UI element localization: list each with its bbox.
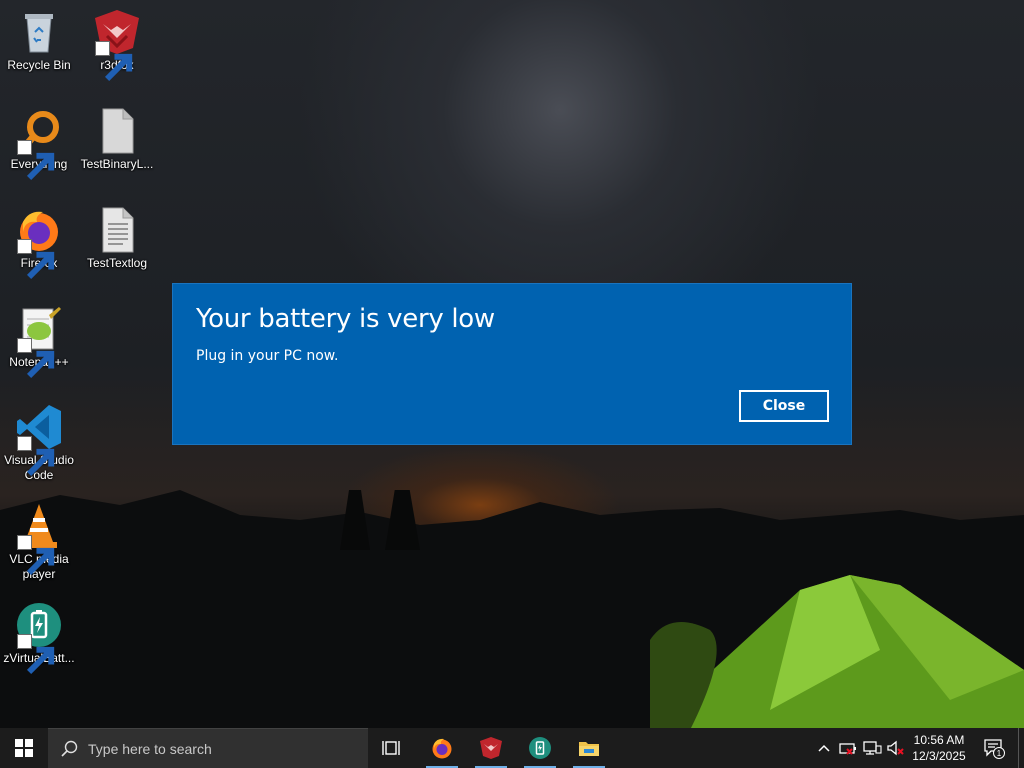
desktop-icon-testbinary[interactable]: TestBinaryL... xyxy=(78,107,156,172)
clock-time: 10:56 AM xyxy=(913,733,965,747)
taskbar-r3dfox[interactable] xyxy=(467,728,515,768)
file-explorer-icon xyxy=(579,742,599,756)
text-file-icon xyxy=(93,206,141,254)
tray-battery[interactable] xyxy=(838,738,858,758)
taskbar-virtual-battery[interactable] xyxy=(516,728,564,768)
close-button[interactable]: Close xyxy=(739,390,829,422)
recycle-bin-icon xyxy=(15,8,63,56)
desktop-icon-vscode[interactable]: Visual Studio Code xyxy=(0,403,78,483)
desktop-icon-testtextlog[interactable]: TestTextlog xyxy=(78,206,156,271)
firefox-icon xyxy=(432,738,452,759)
desktop-icon-recycle-bin[interactable]: Recycle Bin xyxy=(0,8,78,73)
tray-network[interactable] xyxy=(862,738,882,758)
virtual-battery-icon xyxy=(529,737,551,759)
shortcut-arrow-icon xyxy=(17,436,55,477)
battery-warning-icon xyxy=(839,743,856,755)
vlc-icon xyxy=(15,502,63,576)
shortcut-arrow-icon xyxy=(17,535,55,576)
desktop: Recycle Bin r3dfox Everything TestBinary… xyxy=(0,0,1024,728)
windows-logo-icon xyxy=(15,739,33,757)
desktop-icon-r3dfox[interactable]: r3dfox xyxy=(78,8,156,82)
search-placeholder: Type here to search xyxy=(88,741,212,757)
shortcut-arrow-icon xyxy=(17,239,55,280)
notification-count: 1 xyxy=(997,749,1002,758)
taskbar-file-explorer[interactable] xyxy=(565,728,613,768)
shortcut-arrow-icon xyxy=(17,140,55,181)
wallpaper-tent xyxy=(650,575,1024,728)
everything-search-icon xyxy=(15,107,63,181)
shortcut-arrow-icon xyxy=(95,41,133,82)
taskbar: Type here to search 10:56 AM 12/3/2025 1 xyxy=(0,728,1024,768)
chevron-up-icon xyxy=(818,744,830,752)
tray-volume[interactable] xyxy=(886,738,906,758)
action-center-button[interactable]: 1 xyxy=(976,728,1012,768)
battery-low-notification: Your battery is very low Plug in your PC… xyxy=(172,283,852,445)
desktop-icon-zvirtualbattery[interactable]: zVirtualBatt... xyxy=(0,601,78,675)
desktop-icon-everything[interactable]: Everything xyxy=(0,107,78,181)
shortcut-arrow-icon xyxy=(17,338,55,379)
desktop-icon-label: Recycle Bin xyxy=(7,58,71,72)
notification-title: Your battery is very low xyxy=(196,304,495,334)
desktop-icon-notepadpp[interactable]: Notepad++ xyxy=(0,305,78,379)
taskbar-task-view[interactable] xyxy=(368,728,416,768)
taskbar-firefox[interactable] xyxy=(418,728,466,768)
search-icon xyxy=(61,740,78,757)
r3dfox-icon xyxy=(480,737,502,759)
firefox-icon xyxy=(15,206,63,280)
desktop-icon-label: TestBinaryL... xyxy=(80,157,154,171)
volume-muted-icon xyxy=(887,740,904,756)
network-icon xyxy=(863,741,882,755)
file-icon xyxy=(93,107,141,155)
notepad-plus-plus-icon xyxy=(15,305,63,379)
desktop-icon-vlc[interactable]: VLC media player xyxy=(0,502,78,582)
r3dfox-icon xyxy=(93,8,141,82)
task-view-icon xyxy=(382,741,400,755)
show-desktop-button[interactable] xyxy=(1018,728,1024,768)
shortcut-arrow-icon xyxy=(17,634,55,675)
virtual-battery-icon xyxy=(15,601,63,675)
notification-message: Plug in your PC now. xyxy=(196,348,339,364)
show-hidden-icons-button[interactable] xyxy=(814,738,834,758)
clock[interactable]: 10:56 AM 12/3/2025 xyxy=(904,732,974,764)
clock-date: 12/3/2025 xyxy=(912,749,966,763)
desktop-icon-label: TestTextlog xyxy=(86,256,148,270)
vscode-icon xyxy=(15,403,63,477)
start-button[interactable] xyxy=(0,728,48,768)
desktop-icon-firefox[interactable]: Firefox xyxy=(0,206,78,280)
search-box[interactable]: Type here to search xyxy=(48,728,368,768)
notification-icon: 1 xyxy=(984,739,1005,759)
